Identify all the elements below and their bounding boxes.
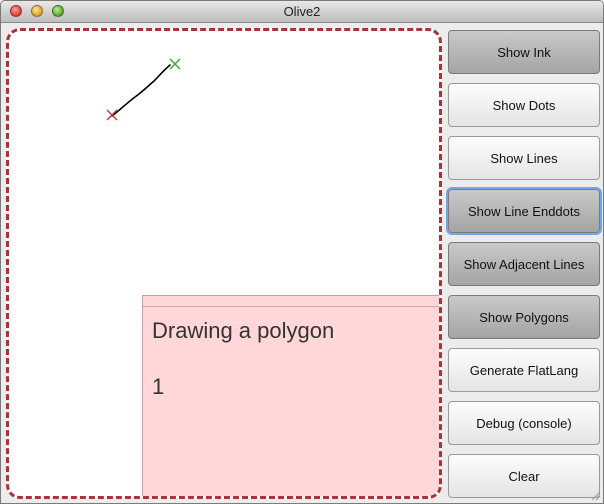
show-lines-button[interactable]: Show Lines [448, 136, 600, 180]
window-title: Olive2 [283, 4, 321, 19]
polygon-count: 1 [152, 374, 165, 399]
clear-button[interactable]: Clear [448, 454, 600, 498]
show-dots-button[interactable]: Show Dots [448, 83, 600, 127]
stroke-end-marker [169, 58, 181, 70]
resize-grip-icon[interactable] [591, 491, 601, 501]
show-ink-button[interactable]: Show Ink [448, 30, 600, 74]
stroke-start-marker [106, 109, 118, 121]
show-adjacent-lines-button[interactable]: Show Adjacent Lines [448, 242, 600, 286]
panel-heading: Drawing a polygon [152, 318, 335, 343]
app-window: Olive2 Drawing a polygon 1 Show Ink Show… [0, 0, 604, 504]
debug-console-button[interactable]: Debug (console) [448, 401, 600, 445]
ink-stroke [111, 64, 171, 117]
status-panel: Drawing a polygon 1 [142, 295, 439, 496]
drawing-canvas[interactable]: Drawing a polygon 1 [6, 28, 442, 499]
panel-divider [143, 306, 439, 307]
show-polygons-button[interactable]: Show Polygons [448, 295, 600, 339]
generate-flatlang-button[interactable]: Generate FlatLang [448, 348, 600, 392]
show-line-enddots-button[interactable]: Show Line Enddots [446, 187, 602, 235]
title-bar[interactable]: Olive2 [1, 1, 603, 23]
